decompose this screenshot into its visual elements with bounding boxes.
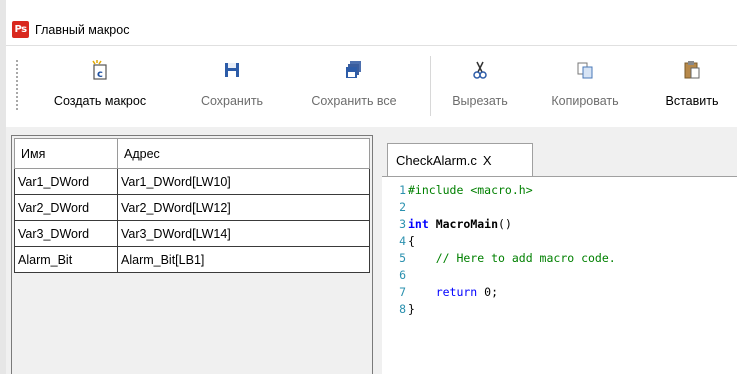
cut-button[interactable]: Вырезать: [440, 56, 520, 118]
svg-text:c: c: [97, 69, 103, 80]
code-token: #include: [408, 182, 464, 197]
save-label: Сохранить: [200, 94, 264, 108]
var-name-cell[interactable]: Alarm_Bit: [14, 246, 118, 273]
var-address-cell[interactable]: Var3_DWord[LW14]: [117, 220, 370, 247]
code-token: <macro.h>: [463, 182, 533, 197]
code-line: 5 // Here to add macro code.: [382, 249, 616, 266]
paste-button[interactable]: Вставить: [652, 56, 732, 118]
code-token: {: [408, 233, 415, 248]
toolbar: c Создать макрос Сохранить Сохранить все…: [6, 45, 737, 127]
top-strip: [0, 0, 737, 14]
title-bar: Ps Главный макрос: [6, 14, 737, 45]
var-address-cell[interactable]: Alarm_Bit[LB1]: [117, 246, 370, 273]
code-token: return: [408, 284, 478, 299]
code-token: }: [408, 301, 415, 316]
save-all-button[interactable]: Сохранить все: [290, 56, 418, 118]
table-header-row: Имя Адрес: [14, 138, 370, 169]
variables-panel: Имя Адрес Var1_DWord Var1_DWord[LW10] Va…: [11, 135, 373, 374]
table-row[interactable]: Var1_DWord Var1_DWord[LW10]: [14, 168, 370, 195]
code-token: 0;: [477, 284, 499, 299]
table-row[interactable]: Var2_DWord Var2_DWord[LW12]: [14, 194, 370, 221]
toolbar-separator: [430, 56, 431, 116]
copy-button[interactable]: Копировать: [532, 56, 638, 118]
var-name-cell[interactable]: Var2_DWord: [14, 194, 118, 221]
code-token: MacroMain: [428, 216, 499, 231]
code-token: // Here to add macro code.: [408, 250, 616, 265]
line-number: 2: [399, 199, 406, 214]
tab-checkalarm[interactable]: CheckAlarm.c X: [387, 143, 533, 177]
code-line: 8 }: [382, 300, 415, 317]
tab-label: CheckAlarm.c: [396, 153, 477, 168]
floppy-disk-icon: [223, 60, 241, 80]
line-number: 3: [399, 216, 406, 231]
copy-icon: [576, 60, 594, 80]
code-token: (): [498, 216, 512, 231]
code-line: 2: [382, 198, 408, 215]
code-line: 4 {: [382, 232, 415, 249]
cut-label: Вырезать: [452, 94, 508, 108]
code-line: 7 return 0;: [382, 283, 498, 300]
create-macro-button[interactable]: c Создать макрос: [32, 56, 168, 118]
code-editor[interactable]: 1 #include <macro.h> 2 3 int MacroMain()…: [382, 176, 737, 374]
table-row[interactable]: Alarm_Bit Alarm_Bit[LB1]: [14, 246, 370, 273]
var-name-cell[interactable]: Var3_DWord: [14, 220, 118, 247]
line-number: 4: [399, 233, 406, 248]
line-number: 5: [399, 250, 406, 265]
line-number: 1: [399, 182, 406, 197]
workspace: Имя Адрес Var1_DWord Var1_DWord[LW10] Va…: [6, 127, 737, 374]
variables-table: Имя Адрес Var1_DWord Var1_DWord[LW10] Va…: [14, 138, 370, 273]
copy-label: Копировать: [551, 94, 619, 108]
code-panel: CheckAlarm.c X 1 #include <macro.h> 2 3 …: [378, 131, 737, 374]
new-macro-icon: c: [91, 60, 109, 80]
toolbar-grip[interactable]: [16, 60, 18, 110]
line-number: 8: [399, 301, 406, 316]
paste-label: Вставить: [665, 94, 719, 108]
var-name-cell[interactable]: Var1_DWord: [14, 168, 118, 195]
code-line: 1 #include <macro.h>: [382, 181, 533, 198]
column-header-address[interactable]: Адрес: [117, 138, 370, 169]
table-row[interactable]: Var3_DWord Var3_DWord[LW14]: [14, 220, 370, 247]
code-line: 6: [382, 266, 408, 283]
app-logo-icon: Ps: [12, 21, 29, 38]
tab-close-button[interactable]: X: [483, 153, 492, 168]
var-address-cell[interactable]: Var2_DWord[LW12]: [117, 194, 370, 221]
line-number: 6: [399, 267, 406, 282]
line-number: 7: [399, 284, 406, 299]
create-macro-label: Создать макрос: [53, 94, 147, 108]
scissors-icon: [471, 60, 489, 80]
window-title: Главный макрос: [35, 22, 130, 37]
macro-editor-window: Ps Главный макрос c Создать макрос Сохра…: [0, 0, 737, 374]
save-all-label: Сохранить все: [311, 94, 397, 108]
column-header-name[interactable]: Имя: [14, 138, 118, 169]
code-line: 3 int MacroMain(): [382, 215, 512, 232]
clipboard-icon: [683, 60, 701, 80]
code-token: int: [408, 216, 429, 231]
var-address-cell[interactable]: Var1_DWord[LW10]: [117, 168, 370, 195]
save-button[interactable]: Сохранить: [182, 56, 282, 118]
save-all-icon: [345, 60, 363, 80]
